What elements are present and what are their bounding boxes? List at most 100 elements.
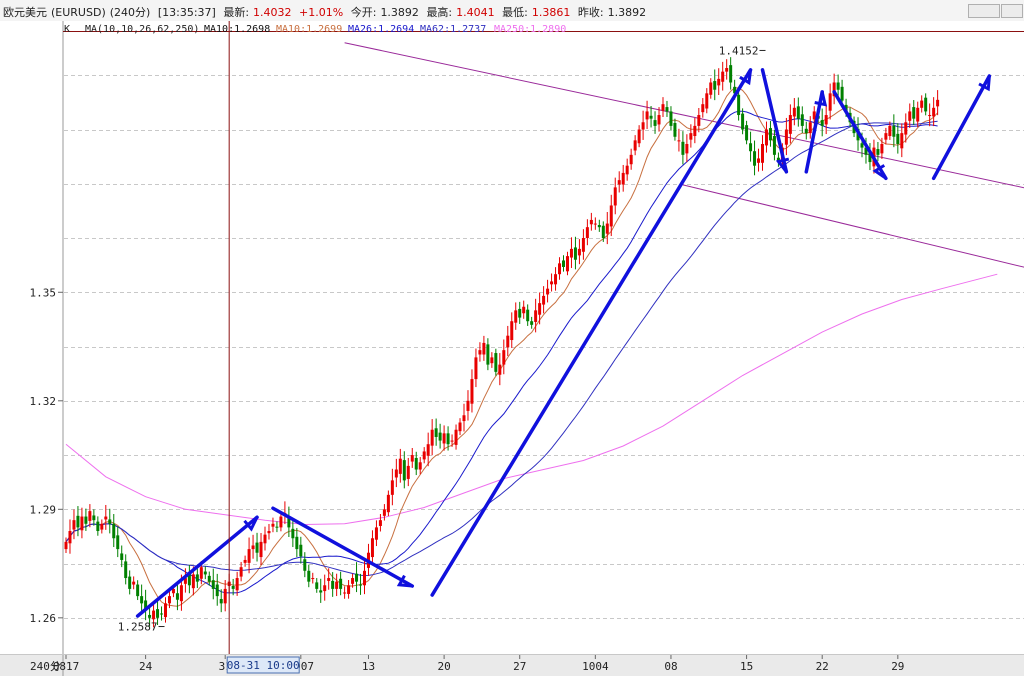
open-label: 今开: — [350, 6, 377, 19]
candle-body — [160, 613, 164, 615]
candle-body — [243, 559, 247, 563]
candle-body — [291, 528, 295, 539]
y-tick-label: 1.26 — [30, 612, 57, 625]
candle-body — [347, 585, 351, 594]
candle-body — [454, 429, 458, 445]
candle-body — [120, 553, 124, 560]
candle-body — [410, 455, 414, 462]
candle-body — [709, 82, 713, 95]
candle-body — [518, 308, 522, 318]
candle-body — [223, 588, 227, 604]
candle-body — [641, 122, 645, 130]
candle-body — [255, 542, 259, 553]
candle-body — [108, 519, 112, 524]
candle-body — [828, 93, 832, 111]
candle-body — [378, 520, 382, 526]
candle-body — [796, 106, 800, 119]
candle-body — [374, 527, 378, 540]
candle-body — [470, 379, 474, 404]
candle-body — [458, 422, 462, 432]
candle-body — [784, 129, 788, 145]
time-tick-label: 08 — [664, 660, 677, 673]
candle-body — [510, 321, 514, 341]
high-value: 1.4041 — [456, 6, 495, 19]
instrument-code: (EURUSD) — [51, 6, 106, 19]
candle-body — [88, 511, 92, 521]
candle-body — [601, 225, 605, 239]
candle-body — [896, 133, 900, 144]
candle-body — [558, 263, 562, 275]
candle-body — [764, 129, 768, 146]
candle-body — [331, 580, 335, 589]
candle-body — [808, 122, 812, 134]
candle-body — [323, 585, 327, 592]
candle-body — [171, 588, 175, 594]
time-tick-label: 15 — [740, 660, 753, 673]
candle-body — [701, 104, 705, 113]
candle-body — [725, 68, 729, 72]
candle-body — [132, 581, 136, 585]
candle-body — [207, 575, 211, 582]
candle-body — [876, 149, 880, 155]
candle-body — [239, 567, 243, 577]
candle-body — [749, 143, 753, 152]
candle-body — [76, 515, 80, 528]
chart-area[interactable]: 1.26 1.29 1.32 1.35 1.2587 1.4152 K MA(10,10… — [0, 21, 1024, 654]
candle-body — [629, 154, 633, 165]
candle-body — [398, 458, 402, 474]
candle-body — [199, 567, 203, 579]
candle-body — [900, 133, 904, 149]
candle-body — [892, 125, 896, 137]
candle-body — [263, 534, 267, 544]
candle-body — [486, 344, 490, 365]
low-label: 最低: — [502, 6, 528, 19]
candle-body — [84, 516, 88, 524]
candle-body — [259, 541, 263, 558]
candle-body — [438, 432, 442, 441]
candle-body — [414, 457, 418, 470]
candle-body — [72, 520, 76, 530]
candle-body — [657, 115, 661, 125]
candle-body — [665, 107, 669, 112]
candle-body — [792, 107, 796, 117]
candle-body — [546, 288, 550, 295]
candle-body — [932, 107, 936, 117]
prev-close-value: 1.3892 — [607, 6, 647, 19]
candle-body — [247, 549, 251, 563]
candle-body — [530, 321, 534, 325]
candle-body — [363, 570, 366, 586]
candlestick-chart[interactable]: 1.26 1.29 1.32 1.35 1.2587 1.4152 K MA(10,10… — [0, 21, 1024, 654]
last-label: 最新: — [223, 6, 250, 19]
candle-body — [768, 128, 772, 141]
time-tick-label: 22 — [816, 660, 829, 673]
candle-body — [721, 71, 725, 82]
time-tick-label: 0817 — [53, 660, 80, 673]
toolbar-button-right[interactable] — [1001, 4, 1023, 18]
candle-body — [203, 571, 207, 575]
candle-body — [562, 260, 565, 267]
candle-body — [418, 462, 422, 470]
candle-body — [355, 573, 359, 582]
candle-body — [936, 99, 940, 107]
period-label: (240分) — [109, 6, 151, 19]
toolbar-button-left[interactable] — [968, 4, 1000, 18]
candle-body — [597, 225, 601, 228]
candle-body — [820, 120, 824, 126]
candle-body — [307, 570, 311, 582]
candle-body — [100, 523, 104, 530]
candle-body — [673, 123, 677, 137]
candle-body — [677, 140, 681, 142]
candle-body — [319, 590, 323, 593]
candle-body — [717, 78, 721, 86]
candle-body — [693, 125, 697, 137]
candle-body — [804, 128, 808, 134]
candle-body — [920, 100, 924, 108]
y-tick-label: 1.32 — [30, 395, 57, 408]
legend-ma62: MA62:1.2737 — [420, 24, 486, 35]
candle-body — [96, 521, 100, 532]
candle-body — [152, 610, 156, 620]
candle-body — [593, 223, 597, 225]
legend-ma26: MA26:1.2694 — [348, 24, 414, 35]
candle-body — [924, 97, 928, 112]
legend-ma10b: MA10:1.2699 — [276, 24, 342, 35]
